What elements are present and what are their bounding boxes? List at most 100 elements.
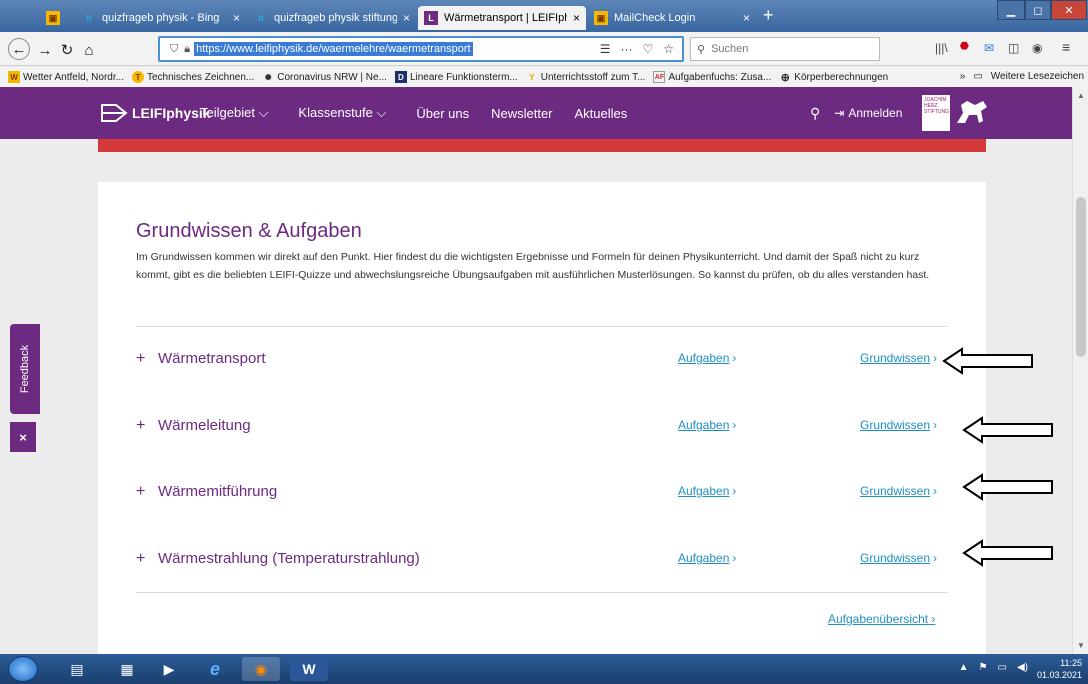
url-text[interactable]: https://www.leifiphysik.de/waermelehre/w…: [194, 42, 473, 56]
new-tab-button[interactable]: +: [763, 5, 774, 26]
nav-klassenstufe[interactable]: Klassenstufe ⌵: [298, 105, 386, 121]
home-icon[interactable]: ⌂: [78, 39, 100, 61]
close-icon[interactable]: ×: [573, 11, 580, 25]
word-icon[interactable]: W: [290, 657, 328, 681]
login-link[interactable]: Anmelden: [848, 106, 902, 120]
tab-label: MailCheck Login: [614, 12, 696, 24]
url-bar[interactable]: ⛉ 🔒︎ https://www.leifiphysik.de/waermele…: [158, 36, 684, 62]
back-icon[interactable]: ←: [8, 38, 30, 60]
close-icon[interactable]: ×: [233, 11, 240, 25]
bookmark-item[interactable]: ⊕ Körperberechnungen: [779, 71, 889, 84]
nav-newsletter[interactable]: Newsletter: [491, 106, 552, 121]
media-player-icon[interactable]: ▶: [150, 657, 188, 681]
bookmarks-toolbar: W Wetter Antfeld, Nordr... T Technisches Z…: [0, 67, 1088, 87]
expand-plus-icon[interactable]: +: [136, 483, 145, 501]
start-button[interactable]: [8, 656, 38, 682]
expand-plus-icon[interactable]: +: [136, 550, 145, 568]
mail-extension-icon[interactable]: ✉: [984, 41, 994, 55]
feedback-close-button[interactable]: ×: [10, 422, 36, 452]
topic-row-waermeleitung[interactable]: + Wärmeleitung Aufgaben › Grundwissen ›: [136, 409, 948, 449]
reader-view-icon[interactable]: ☰: [600, 42, 611, 56]
sidebar-icon[interactable]: ◫: [1008, 41, 1019, 55]
link-label: Aufgaben: [678, 351, 730, 365]
explorer-icon[interactable]: ▤: [58, 657, 96, 681]
firefox-icon[interactable]: ◉: [242, 657, 280, 681]
feedback-tab[interactable]: Feedback: [10, 324, 40, 414]
bookmark-item[interactable]: ✺ Coronavirus NRW | Ne...: [262, 71, 387, 83]
minimize-button[interactable]: ▁: [997, 0, 1025, 20]
tab-bing-1[interactable]: b quizfrageb physik - Bing ×: [76, 6, 246, 30]
internet-explorer-icon[interactable]: e: [196, 657, 234, 681]
vertical-scrollbar[interactable]: ▲ ▼: [1072, 87, 1088, 654]
grundwissen-link[interactable]: Grundwissen ›: [860, 484, 937, 498]
forward-icon[interactable]: →: [34, 39, 56, 61]
bookmark-item[interactable]: Y Unterrichtsstoff zum T...: [526, 71, 645, 83]
topic-title[interactable]: Wärmemitführung: [158, 483, 277, 500]
topic-row-waermemitfuehrung[interactable]: + Wärmemitführung Aufgaben › Grundwissen ›: [136, 475, 948, 515]
flag-icon[interactable]: ⚑: [979, 662, 988, 673]
bookmark-item[interactable]: W Wetter Antfeld, Nordr...: [8, 71, 124, 83]
tab-mailcheck[interactable]: ▣ MailCheck Login ×: [588, 6, 756, 30]
extension-icon[interactable]: ◉: [1032, 41, 1042, 55]
aufgaben-link[interactable]: Aufgaben ›: [678, 418, 736, 432]
leifi-logo-icon: [101, 104, 128, 122]
divider: [136, 592, 948, 593]
volume-icon[interactable]: ◀): [1017, 662, 1028, 673]
nav-ueber-uns[interactable]: Über uns: [416, 106, 469, 121]
page-actions-icon[interactable]: ···: [620, 42, 632, 56]
other-bookmarks[interactable]: Weitere Lesezeichen: [991, 71, 1084, 82]
aufgabenuebersicht-link[interactable]: Aufgabenübersicht ›: [828, 612, 935, 626]
library-icon[interactable]: |||\: [935, 41, 948, 55]
pocket-icon[interactable]: ♡: [642, 42, 653, 56]
bookmark-item[interactable]: AF Aufgabenfuchs: Zusa...: [653, 71, 771, 83]
scroll-down-icon[interactable]: ▼: [1077, 641, 1085, 650]
header-actions: ⚲ ⇥ Anmelden: [810, 87, 902, 139]
network-icon[interactable]: ▭: [998, 662, 1007, 673]
scroll-up-icon[interactable]: ▲: [1077, 91, 1085, 100]
scrollbar-thumb[interactable]: [1076, 197, 1086, 357]
window-close-button[interactable]: ✕: [1051, 0, 1087, 20]
bookmark-label: Wetter Antfeld, Nordr...: [23, 71, 124, 83]
grundwissen-link[interactable]: Grundwissen ›: [860, 418, 937, 432]
aufgaben-link[interactable]: Aufgaben ›: [678, 484, 736, 498]
tab-pinned-mailcheck[interactable]: ▣: [40, 6, 74, 30]
folder-icon: ▭: [973, 71, 983, 82]
tray-expand-icon[interactable]: ▲: [959, 662, 969, 673]
topic-row-waermestrahlung[interactable]: + Wärmestrahlung (Temperaturstrahlung) A…: [136, 542, 948, 582]
expand-plus-icon[interactable]: +: [136, 350, 145, 368]
nav-aktuelles[interactable]: Aktuelles: [575, 106, 628, 121]
feedback-label: Feedback: [19, 344, 31, 394]
search-bar[interactable]: ⚲ Suchen: [690, 37, 880, 61]
close-icon[interactable]: ×: [403, 11, 410, 25]
tab-leifi[interactable]: L Wärmetransport | LEIFIphysik ×: [418, 6, 586, 30]
menu-icon[interactable]: ≡: [1062, 39, 1070, 55]
grundwissen-link[interactable]: Grundwissen ›: [860, 351, 937, 365]
expand-plus-icon[interactable]: +: [136, 417, 145, 435]
sponsor-logo[interactable]: JOACHIM HERZ STIFTUNG: [922, 95, 950, 131]
topic-title[interactable]: Wärmetransport: [158, 350, 266, 367]
nav-teilgebiet[interactable]: Teilgebiet ⌵: [200, 105, 268, 121]
search-icon[interactable]: ⚲: [810, 105, 820, 122]
close-icon[interactable]: ×: [743, 11, 750, 25]
tab-label: quizfrageb physik stiftung - Bin: [274, 12, 397, 24]
bookmark-star-icon[interactable]: ☆: [663, 42, 674, 56]
topic-title[interactable]: Wärmeleitung: [158, 417, 251, 434]
aufgaben-link[interactable]: Aufgaben ›: [678, 551, 736, 565]
site-icon: Y: [529, 72, 535, 82]
maximize-button[interactable]: ◻: [1025, 0, 1051, 20]
page-viewport: LEIFIphysik Teilgebiet ⌵ Klassenstufe ⌵ …: [0, 87, 1072, 654]
bookmark-item[interactable]: T Technisches Zeichnen...: [131, 71, 254, 83]
topic-row-waermetransport[interactable]: + Wärmetransport Aufgaben › Grundwissen ›: [136, 342, 948, 382]
topic-title[interactable]: Wärmestrahlung (Temperaturstrahlung): [158, 550, 420, 567]
bookmark-item[interactable]: D Lineare Funktionsterm...: [394, 71, 518, 83]
adblock-icon[interactable]: ⬣: [960, 41, 969, 52]
site-logo[interactable]: LEIFIphysik: [100, 102, 211, 124]
tab-bing-2[interactable]: b quizfrageb physik stiftung - Bin ×: [248, 6, 416, 30]
control-panel-icon[interactable]: ▦: [108, 657, 146, 681]
chevron-right-icon[interactable]: »: [960, 71, 966, 82]
aufgaben-link[interactable]: Aufgaben ›: [678, 351, 736, 365]
reload-icon[interactable]: ↻: [56, 39, 78, 61]
clock[interactable]: 11:25 01.03.2021: [1037, 657, 1082, 681]
content-card: Grundwissen & Aufgaben Im Grundwissen ko…: [98, 182, 986, 654]
grundwissen-link[interactable]: Grundwissen ›: [860, 551, 937, 565]
